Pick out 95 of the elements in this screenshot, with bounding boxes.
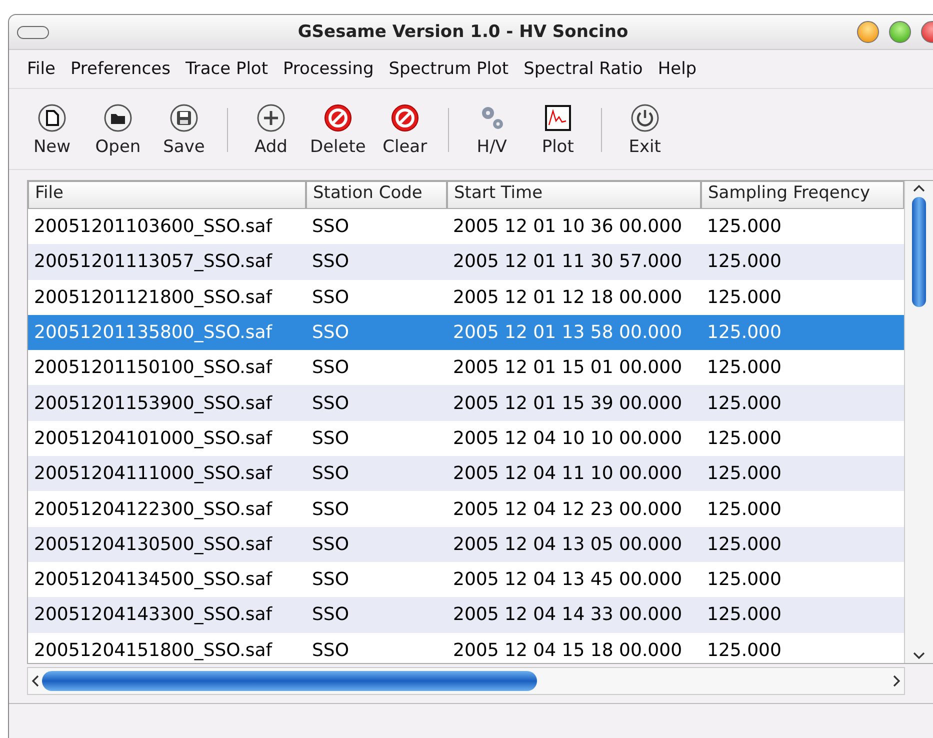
menu-item[interactable]: Processing: [274, 59, 381, 79]
menu-item[interactable]: Help: [650, 59, 704, 79]
table-cell-text: 125.000: [706, 604, 782, 626]
table-cell-text: SSO: [311, 286, 350, 308]
table-cell-text: 125.000: [706, 640, 782, 661]
menu-item[interactable]: File: [19, 59, 62, 79]
table-cell-text: 20051201113057_SSO.saf: [33, 251, 274, 272]
table-row[interactable]: 20051204130500_SSO.saf SSO 2005 12 04 13 05 00.000 125.000: [28, 526, 904, 562]
table-cell-text: 2005 12 04 13 05 00.000: [452, 534, 684, 555]
table-cell-text: SSO: [311, 357, 350, 378]
table-cell-text: 2005 12 04 12 23 00.000: [452, 498, 684, 520]
table-cell-text: 125.000: [706, 357, 782, 378]
horizontal-scrollbar[interactable]: [27, 667, 905, 695]
open-folder-icon: [103, 103, 133, 133]
table-cell-text: SSO: [311, 604, 350, 626]
table-cell-text: 2005 12 01 11 30 57.000: [452, 251, 684, 272]
table-cell-text: 20051204143300_SSO.saf: [33, 604, 274, 626]
toolbar-button[interactable]: Plot: [524, 103, 591, 157]
table-cell-text: SSO: [311, 216, 350, 238]
column-header[interactable]: Station Code: [306, 181, 447, 209]
table-cell-text: 125.000: [706, 216, 782, 238]
table-cell-text: SSO: [311, 640, 350, 661]
table-row[interactable]: 20051201153900_SSO.saf SSO 2005 12 01 15 39 00.000 125.000: [28, 385, 904, 421]
table-cell-text: 125.000: [706, 251, 782, 272]
table-cell-text: 2005 12 04 13 45 00.000: [452, 569, 684, 590]
column-header[interactable]: File: [28, 181, 306, 209]
table-cell-text: 2005 12 01 13 58 00.000: [452, 322, 684, 344]
toolbar-button[interactable]: Save: [151, 103, 217, 157]
table-cell-text: 20051204111000_SSO.saf: [33, 463, 274, 484]
toolbar-button[interactable]: Open: [85, 103, 151, 157]
window-title: GSesame Version 1.0 - HV Soncino: [296, 22, 630, 42]
table-cell-text: 20051201135800_SSO.saf: [33, 322, 274, 344]
table-cell-text: SSO: [311, 428, 350, 449]
table-cell-text: SSO: [311, 569, 350, 590]
toolbar-button[interactable]: New: [19, 103, 85, 157]
table-cell-text: 20051201153900_SSO.saf: [33, 392, 274, 414]
table-cell-text: SSO: [311, 463, 350, 484]
table-cell-text: SSO: [311, 498, 350, 520]
table-cell-text: 20051201150100_SSO.saf: [33, 357, 274, 378]
table-cell-text: 20051204101000_SSO.saf: [33, 428, 274, 449]
toolbar-button[interactable]: Exit: [612, 103, 678, 157]
column-header[interactable]: Sampling Freqency: [701, 181, 904, 209]
menu-item[interactable]: Spectral Ratio: [516, 59, 650, 79]
delete-icon: [322, 103, 353, 133]
new-document-icon: [37, 103, 67, 133]
minimize-button[interactable]: [857, 21, 879, 43]
table-cell-text: 2005 12 04 15 18 00.000: [452, 640, 684, 661]
scroll-thumb[interactable]: [42, 671, 537, 691]
table-cell-text: 2005 12 01 12 18 00.000: [452, 286, 684, 308]
table-cell-text: 125.000: [706, 498, 782, 520]
toolbar-button[interactable]: Delete: [304, 103, 372, 157]
window-menu-button[interactable]: [17, 26, 49, 38]
table-cell-text: 125.000: [706, 322, 782, 344]
table-cell-text: 125.000: [706, 534, 782, 555]
clear-icon: [390, 103, 420, 133]
table-cell-text: 125.000: [706, 392, 782, 414]
table-cell-text: 20051201103600_SSO.saf: [33, 216, 274, 238]
table-cell-text: SSO: [311, 534, 350, 555]
table-cell-text: 20051204130500_SSO.saf: [33, 534, 274, 555]
save-disk-icon: [169, 103, 199, 133]
table-cell-text: 2005 12 04 11 10 00.000: [452, 463, 684, 484]
table-cell-text: 20051201121800_SSO.saf: [33, 286, 274, 308]
toolbar-button[interactable]: Clear: [372, 103, 438, 157]
table-cell-text: 125.000: [706, 463, 782, 484]
power-icon: [630, 103, 660, 133]
table-cell-text: 2005 12 04 14 33 00.000: [452, 604, 684, 626]
table-cell-text: 125.000: [706, 428, 782, 449]
scroll-thumb[interactable]: [912, 197, 926, 307]
table-cell-text: 2005 12 04 10 10 00.000: [452, 428, 684, 449]
table-cell-text: 125.000: [706, 569, 782, 590]
menu-item[interactable]: Preferences: [62, 59, 178, 79]
menu-item[interactable]: Trace Plot: [177, 59, 275, 79]
column-header[interactable]: Start Time: [447, 181, 701, 209]
table-cell-text: 20051204134500_SSO.saf: [33, 569, 274, 590]
table-cell-text: 2005 12 01 15 39 00.000: [452, 392, 684, 414]
maximize-button[interactable]: [889, 21, 911, 43]
add-icon: [256, 103, 286, 133]
table-cell-text: SSO: [311, 251, 350, 272]
toolbar-button[interactable]: Add: [238, 103, 304, 157]
plot-chart-icon: [542, 103, 573, 133]
menu-item[interactable]: Spectrum Plot: [380, 59, 516, 79]
vertical-scrollbar[interactable]: [904, 181, 933, 663]
table-row[interactable]: 20051201113057_SSO.saf SSO 2005 12 01 11 30 57.000 125.000: [28, 244, 904, 280]
table-cell-text: 125.000: [706, 286, 782, 308]
table-cell-text: SSO: [311, 322, 350, 344]
table-row[interactable]: 20051204151800_SSO.saf SSO 2005 12 04 15 18 00.000 125.000: [28, 632, 904, 663]
table-row[interactable]: 20051204143300_SSO.saf SSO 2005 12 04 14 33 00.000 125.000: [28, 597, 904, 633]
table-row[interactable]: 20051201135800_SSO.saf SSO 2005 12 01 13 58 00.000 125.000: [28, 314, 904, 350]
table-cell-text: 2005 12 01 15 01 00.000: [452, 357, 684, 378]
table-cell-text: 2005 12 01 10 36 00.000: [452, 216, 684, 238]
table-row[interactable]: 20051204111000_SSO.saf SSO 2005 12 04 11 10 00.000 125.000: [28, 456, 904, 492]
table-cell-text: 20051204122300_SSO.saf: [33, 498, 274, 520]
table-cell-text: 20051204151800_SSO.saf: [33, 640, 274, 661]
table-cell-text: SSO: [311, 392, 350, 414]
toolbar-button[interactable]: H/V: [458, 103, 525, 157]
